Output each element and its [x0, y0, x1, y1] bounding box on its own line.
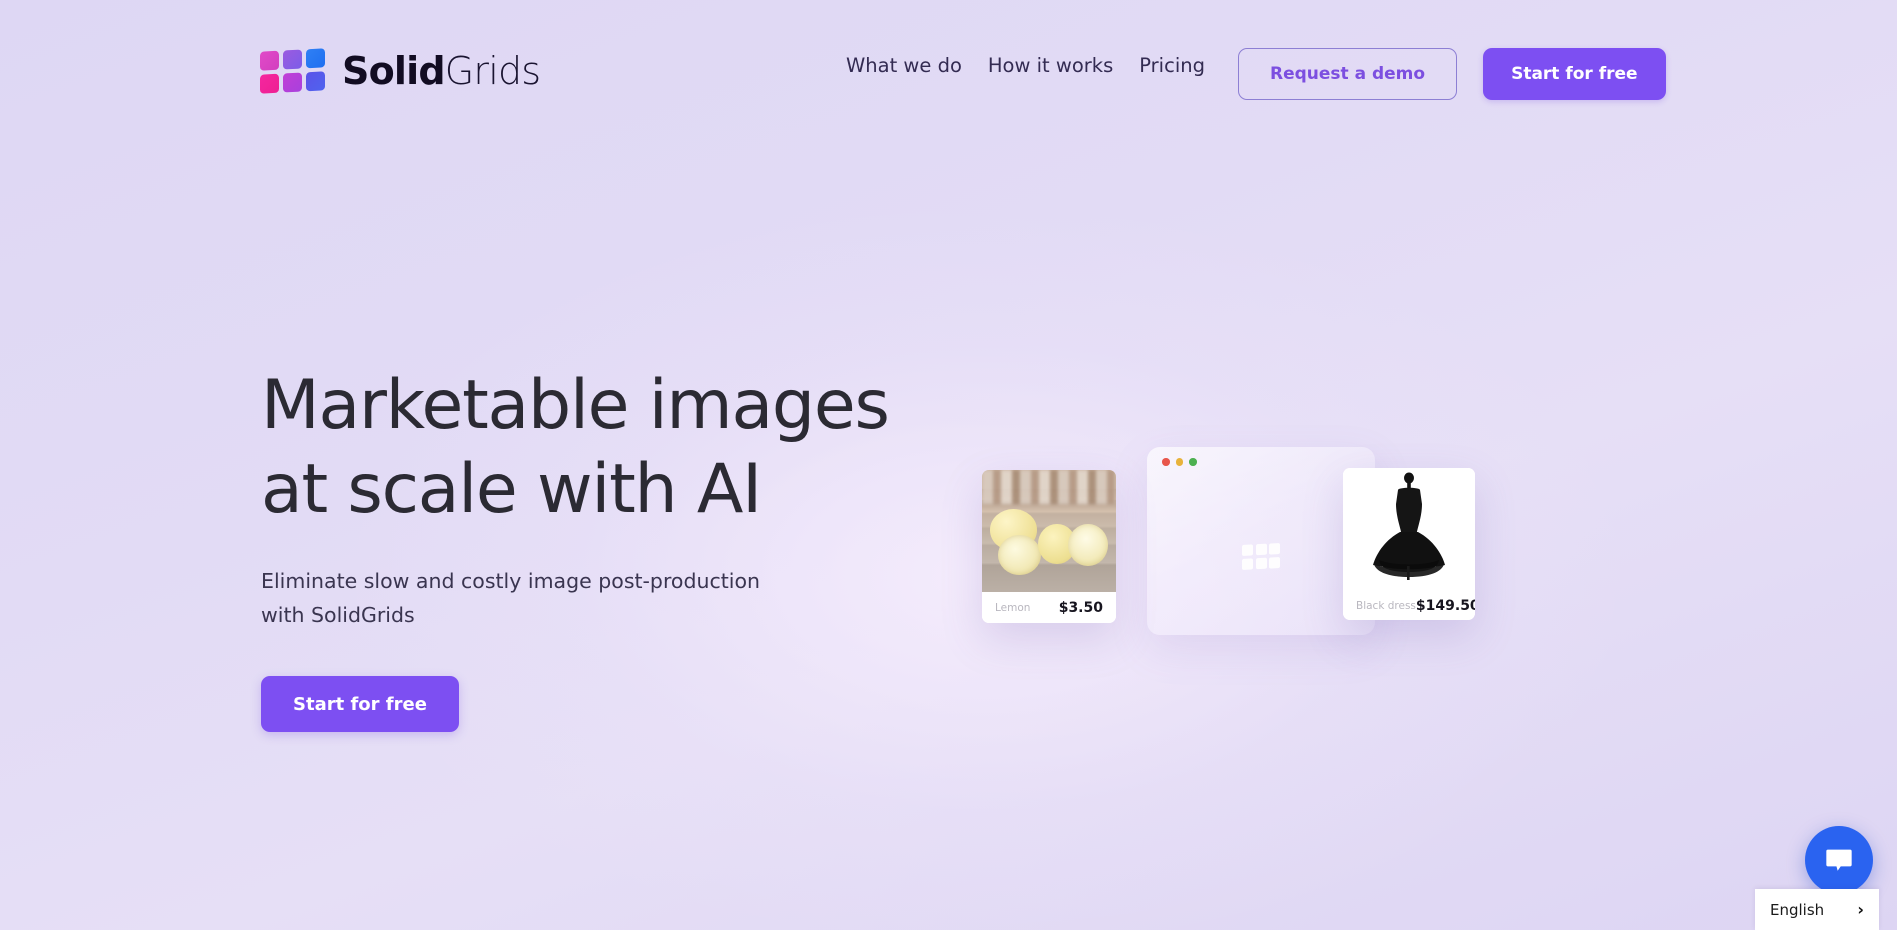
chat-launcher-button[interactable]: [1805, 826, 1873, 894]
black-dress-mannequin-photo: [1343, 468, 1475, 590]
grid-logo-icon: [260, 48, 325, 94]
logo-tile: [306, 71, 325, 92]
start-for-free-button-header[interactable]: Start for free: [1483, 48, 1666, 100]
logo-tile: [260, 50, 279, 71]
product-label: Black dress: [1356, 599, 1416, 612]
lemons-on-wood-photo: [982, 470, 1116, 592]
product-card-black-dress[interactable]: Black dress $149.50: [1343, 468, 1475, 620]
hero-section: Marketable images at scale with AI Elimi…: [261, 364, 901, 733]
hero-headline: Marketable images at scale with AI: [261, 366, 890, 529]
product-card-lemon[interactable]: Lemon $3.50: [982, 470, 1116, 623]
product-card-info: Lemon $3.50: [982, 592, 1116, 623]
brand-logo-link[interactable]: SolidGrids: [260, 48, 541, 94]
chat-bubble-icon: [1826, 849, 1852, 871]
window-body: [1147, 477, 1375, 635]
start-for-free-button-hero[interactable]: Start for free: [261, 676, 459, 733]
window-titlebar: [1147, 447, 1375, 477]
window-close-dot-icon: [1162, 458, 1170, 466]
app-window-mockup: [1147, 447, 1375, 635]
grid-logo-icon-watermark: [1242, 542, 1280, 570]
logo-tile: [306, 48, 325, 69]
window-maximize-dot-icon: [1189, 458, 1197, 466]
site-header: SolidGrids What we do How it works Prici…: [0, 0, 1897, 129]
logo-tile: [283, 72, 302, 93]
nav-link-what-we-do[interactable]: What we do: [846, 54, 962, 77]
nav-link-how-it-works[interactable]: How it works: [988, 54, 1113, 77]
dress-illustration-icon: [1373, 472, 1445, 580]
hero-subheadline: Eliminate slow and costly image post-pro…: [261, 569, 761, 627]
product-card-info: Black dress $149.50: [1343, 590, 1475, 620]
product-price: $3.50: [1058, 599, 1103, 616]
brand-name: SolidGrids: [342, 49, 541, 93]
brand-name-light: Grids: [444, 49, 541, 93]
request-demo-button[interactable]: Request a demo: [1238, 48, 1458, 100]
hero-visual: Lemon $3.50 Black dress $149.50: [900, 420, 1600, 720]
logo-tile: [283, 49, 302, 70]
primary-navigation: What we do How it works Pricing: [846, 50, 1205, 80]
product-price: $149.50: [1415, 597, 1475, 614]
nav-link-pricing[interactable]: Pricing: [1139, 54, 1205, 77]
language-selector[interactable]: English ›: [1755, 889, 1879, 930]
chevron-right-icon: ›: [1857, 899, 1864, 919]
product-label: Lemon: [995, 601, 1031, 614]
window-minimize-dot-icon: [1175, 458, 1183, 466]
logo-tile: [260, 73, 279, 94]
brand-name-bold: Solid: [342, 49, 446, 93]
header-actions: Request a demo Start for free: [1238, 48, 1666, 100]
language-label: English: [1770, 900, 1825, 919]
